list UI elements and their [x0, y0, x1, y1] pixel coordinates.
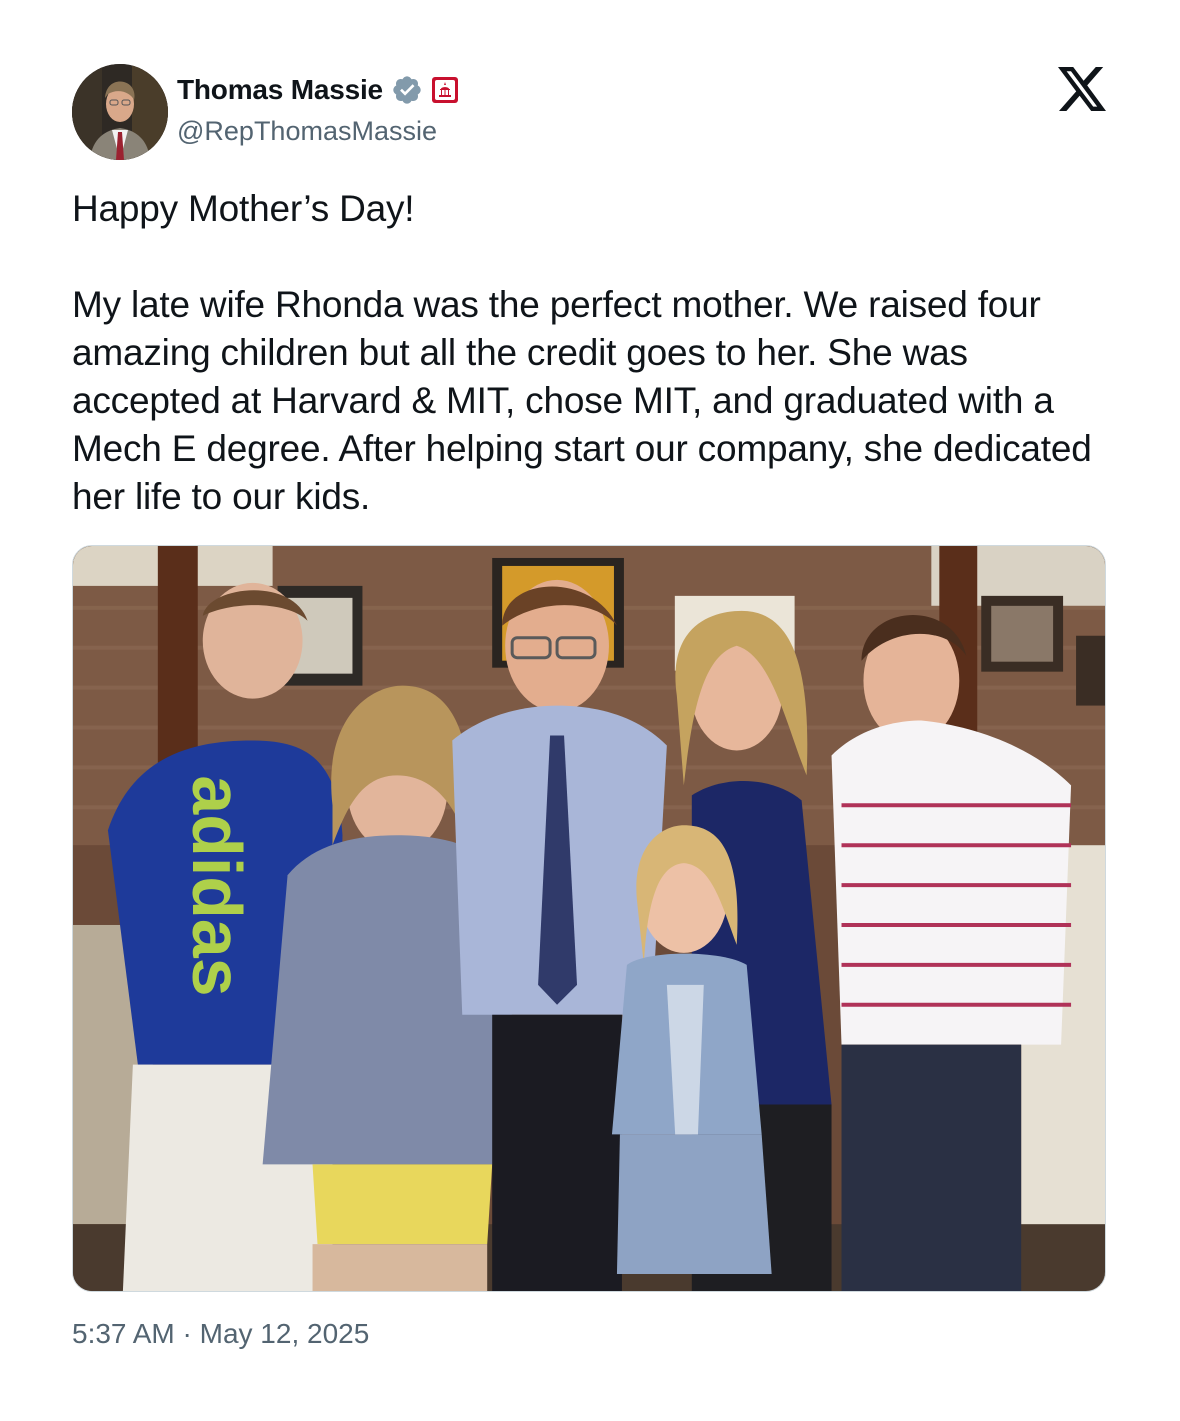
timestamp-separator: · [174, 1318, 200, 1349]
shirt-logo-text: adidas [178, 775, 256, 996]
tweet-photo[interactable]: adidas [72, 545, 1106, 1292]
x-logo-icon[interactable] [1058, 67, 1106, 111]
tweet-date: May 12, 2025 [199, 1318, 370, 1349]
tweet-body: My late wife Rhonda was the perfect moth… [72, 284, 1092, 517]
tweet-greeting: Happy Mother’s Day! [72, 188, 415, 229]
tweet-timestamp[interactable]: 5:37 AM · May 12, 2025 [72, 1318, 369, 1350]
author-display-name[interactable]: Thomas Massie [177, 74, 383, 106]
avatar-photo [72, 64, 168, 160]
tweet-time: 5:37 AM [72, 1318, 175, 1349]
author-avatar[interactable] [72, 64, 168, 160]
us-government-badge-icon[interactable] [431, 76, 459, 104]
author-handle[interactable]: @RepThomasMassie [177, 116, 437, 147]
author-name-row: Thomas Massie [177, 72, 459, 108]
tweet-text: Happy Mother’s Day! My late wife Rhonda … [72, 185, 1122, 521]
family-photo: adidas [73, 546, 1105, 1291]
verified-badge-icon[interactable] [391, 74, 423, 106]
